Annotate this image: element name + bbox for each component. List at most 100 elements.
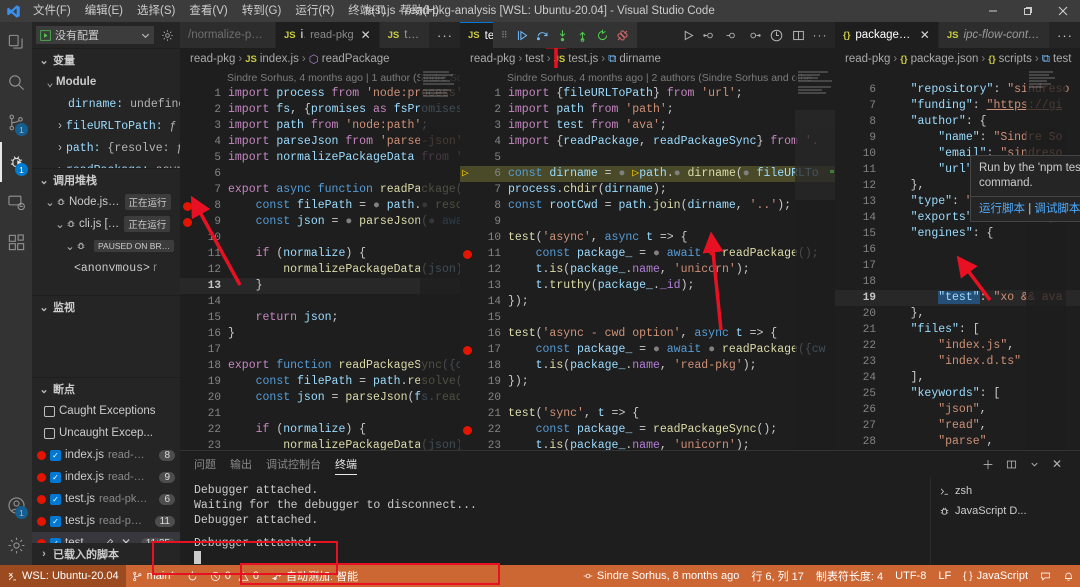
breadcrumb-item-subfolder[interactable]: test — [525, 53, 544, 65]
breakpoint-test-selected[interactable]: ✓ test… ✕ 11:25 — [32, 532, 180, 543]
tab-overflow-icon[interactable]: ··· — [1050, 22, 1080, 48]
gutter[interactable] — [460, 294, 476, 310]
gutter[interactable] — [835, 130, 851, 146]
close-panel-icon[interactable]: ✕ — [1048, 451, 1066, 477]
watch-pane-header[interactable]: ⌄ 监视 — [32, 296, 180, 318]
breadcrumb-item-key[interactable]: test — [1053, 53, 1072, 65]
activity-source-control-icon[interactable]: 1 — [0, 102, 32, 142]
chevron-right-icon[interactable]: › — [54, 142, 66, 155]
gutter[interactable] — [835, 226, 851, 242]
gutter[interactable] — [835, 82, 851, 98]
debug-dot-1-icon[interactable] — [722, 22, 742, 48]
gutter[interactable] — [460, 422, 476, 438]
gutter[interactable] — [460, 374, 476, 390]
callstack-row-cli[interactable]: ⌄ cli.js [… 正在运行 — [32, 213, 180, 235]
activity-accounts-icon[interactable]: 1 — [0, 485, 32, 525]
checkbox[interactable]: ✓ — [50, 494, 61, 505]
callstack-row-paused[interactable]: ⌄ PAUSED ON BR… — [32, 235, 180, 257]
callstack-row-node[interactable]: ⌄ Node.js… 正在运行 — [32, 191, 180, 213]
split-editor-icon[interactable] — [788, 22, 808, 48]
chevron-down-icon[interactable]: ⌄ — [44, 75, 56, 90]
checkbox[interactable] — [44, 406, 55, 417]
breakpoint-index-8[interactable]: ✓ index.js read-… 8 — [32, 444, 180, 466]
remove-breakpoint-icon[interactable]: ✕ — [121, 536, 131, 543]
gutter[interactable] — [460, 262, 476, 278]
menu-view[interactable]: 查看(V) — [182, 0, 234, 22]
gutter[interactable] — [460, 326, 476, 342]
breakpoint-test-6[interactable]: ✓ test.js read-pk… 6 — [32, 488, 180, 510]
gutter[interactable] — [460, 342, 476, 358]
gutter[interactable] — [180, 86, 196, 102]
variables-row-readpackage[interactable]: › readPackage: asyn… — [32, 159, 180, 168]
gutter[interactable] — [460, 182, 476, 198]
breakpoint-index-9[interactable]: ✓ index.js read-… 9 — [32, 466, 180, 488]
gutter[interactable] — [835, 162, 851, 178]
gutter[interactable] — [180, 262, 196, 278]
menu-edit[interactable]: 编辑(E) — [78, 0, 130, 22]
tab-normalize-package-data[interactable]: /normalize-package-data — [180, 22, 276, 48]
breadcrumb-item-file[interactable]: package.json — [911, 53, 979, 65]
gutter[interactable] — [835, 434, 851, 450]
breakpoint-dot-icon[interactable] — [463, 250, 472, 259]
gutter[interactable] — [460, 358, 476, 374]
gutter[interactable] — [180, 246, 196, 262]
gutter[interactable] — [835, 370, 851, 386]
breadcrumb-item-folder[interactable]: read-pkg — [190, 53, 235, 65]
status-cursor-position[interactable]: 行 6, 列 17 — [745, 565, 810, 587]
gutter[interactable] — [180, 342, 196, 358]
variables-row-fileurltopath[interactable]: › fileURLToPath: ƒ … — [32, 115, 180, 137]
chevron-down-icon[interactable] — [1025, 451, 1043, 477]
debug-dot-2-icon[interactable] — [744, 22, 764, 48]
gutter[interactable] — [180, 422, 196, 438]
gutter[interactable] — [835, 242, 851, 258]
chevron-down-icon[interactable]: ⌄ — [64, 239, 76, 253]
breadcrumb-item-symbol[interactable]: readPackage — [322, 53, 390, 65]
gutter[interactable] — [835, 146, 851, 162]
gutter[interactable] — [180, 406, 196, 422]
activity-explorer-icon[interactable] — [0, 22, 32, 62]
gutter[interactable] — [460, 86, 476, 102]
debug-script-link[interactable]: 调试脚本 — [1034, 203, 1080, 215]
debug-continue-icon[interactable] — [516, 29, 529, 42]
gutter[interactable] — [460, 438, 476, 450]
gutter[interactable] — [460, 102, 476, 118]
callstack-row-anonymous[interactable]: <anonymous> r — [32, 257, 180, 271]
panel-tab-debug-console[interactable]: 调试控制台 — [266, 451, 321, 477]
breadcrumb-item-file[interactable]: index.js — [260, 53, 299, 65]
terminal-item-javascript-debug[interactable]: JavaScript D... — [931, 501, 1080, 521]
status-remote-indicator[interactable]: WSL: Ubuntu-20.04 — [0, 565, 126, 587]
debug-disconnect-icon[interactable] — [616, 29, 629, 42]
chevron-right-icon[interactable]: › — [54, 120, 66, 133]
breadcrumb-item-folder[interactable]: read-pkg — [845, 53, 890, 65]
status-blame[interactable]: Sindre Sorhus, 8 months ago — [577, 565, 745, 587]
gutter[interactable] — [180, 198, 196, 214]
chevron-right-icon[interactable]: › — [54, 164, 66, 169]
debug-configuration-select[interactable]: 没有配置 — [36, 26, 154, 44]
status-feedback[interactable] — [1034, 565, 1057, 587]
gutter[interactable] — [835, 322, 851, 338]
gutter[interactable] — [460, 150, 476, 166]
code-editor-2[interactable]: Sindre Sorhus, 4 months ago | 2 authors … — [460, 70, 835, 450]
gutter[interactable] — [180, 390, 196, 406]
gutter[interactable] — [460, 278, 476, 294]
more-actions-icon[interactable]: ··· — [810, 22, 830, 48]
status-sync[interactable] — [181, 565, 204, 587]
gutter[interactable] — [835, 306, 851, 322]
loaded-scripts-pane-header[interactable]: › 已载入的脚本 — [32, 543, 180, 565]
breakpoints-pane-header[interactable]: ⌄ 断点 — [32, 378, 180, 400]
breakpoint-dot-icon[interactable] — [463, 346, 472, 355]
gutter[interactable] — [180, 374, 196, 390]
debug-step-action-icon[interactable] — [700, 22, 720, 48]
menu-terminal[interactable]: 终端(T) — [341, 0, 393, 22]
callstack-pane-header[interactable]: ⌄ 调用堆栈 — [32, 169, 180, 191]
gutter[interactable] — [835, 402, 851, 418]
tab-package-json[interactable]: {} package.json ✕ — [835, 22, 939, 48]
status-ports[interactable]: 自动测加: 智能 — [265, 565, 364, 587]
debug-step-out-icon[interactable] — [576, 29, 589, 42]
gutter[interactable] — [460, 230, 476, 246]
tab-index-js[interactable]: JS index.js read-pkg ✕ — [276, 22, 380, 48]
gutter[interactable] — [180, 294, 196, 310]
gutter[interactable] — [180, 182, 196, 198]
gutter[interactable] — [835, 386, 851, 402]
run-script-link[interactable]: 运行脚本 — [979, 203, 1025, 215]
